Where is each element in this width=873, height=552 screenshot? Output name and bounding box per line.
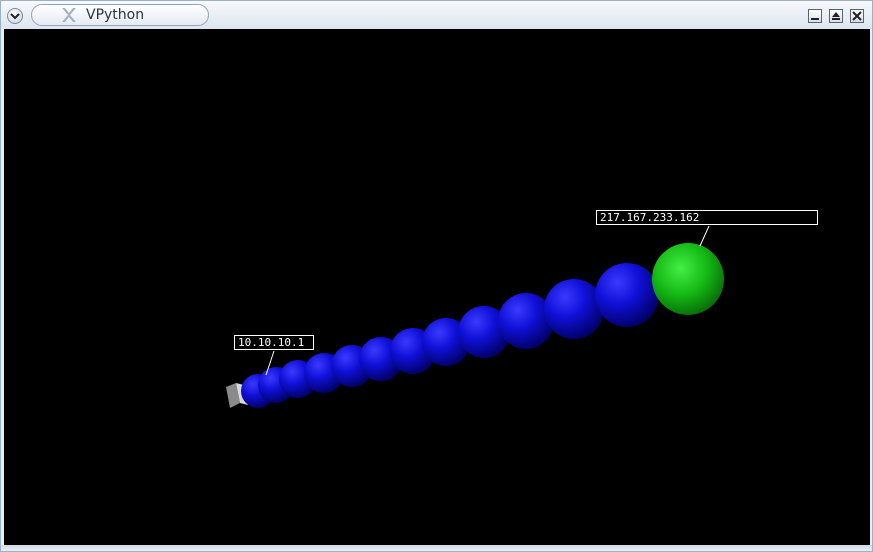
end-label-leader (699, 225, 710, 247)
vpython-3d-canvas[interactable]: 10.10.10.1 217.167.233.162 (4, 29, 870, 545)
traceroute-scene (226, 225, 724, 408)
destination-sphere (652, 243, 724, 315)
window-title: VPython (86, 7, 145, 23)
hop-sphere (544, 279, 604, 339)
window-menu-button[interactable] (7, 8, 23, 24)
x-app-icon (62, 8, 76, 22)
window-title-pill[interactable]: VPython (31, 4, 209, 26)
close-icon (852, 11, 862, 21)
minimize-icon (811, 18, 819, 20)
chevron-down-icon (10, 13, 20, 20)
window-bottom-border (1, 545, 872, 551)
title-bar[interactable]: VPython (1, 1, 872, 29)
start-ip-label: 10.10.10.1 (234, 335, 314, 350)
vpython-window: VPython 10.10.10.1 217.167.233.162 (0, 0, 873, 552)
end-ip-label: 217.167.233.162 (596, 210, 818, 225)
minimize-button[interactable] (808, 9, 822, 23)
eject-maximize-icon (832, 12, 840, 20)
hop-sphere (595, 263, 659, 327)
close-button[interactable] (850, 9, 864, 23)
maximize-button[interactable] (829, 9, 843, 23)
